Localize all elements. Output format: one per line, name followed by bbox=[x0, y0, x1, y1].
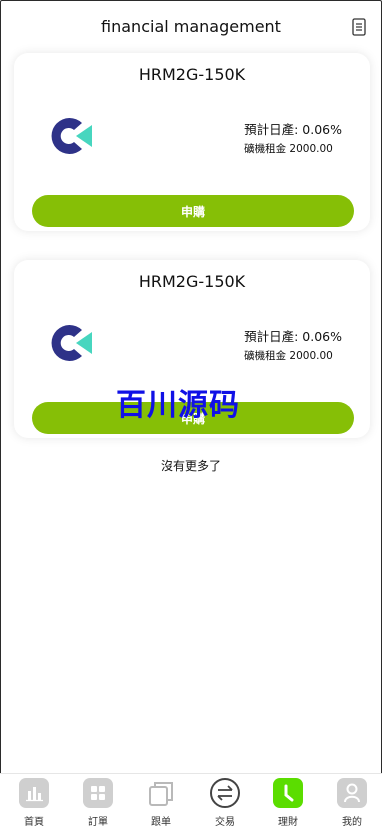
watermark: 百川源码 bbox=[116, 388, 240, 423]
tab-label: 交易 bbox=[215, 817, 235, 828]
rent-value: 2000.00 bbox=[289, 143, 333, 155]
tab-label: 首頁 bbox=[24, 817, 44, 828]
product-card: HRM2G-150K 預計日產: 0.06% 礦機租金 2000.00 申購 bbox=[14, 53, 370, 231]
document-icon[interactable] bbox=[352, 18, 366, 36]
rate-value: 0.06% bbox=[302, 122, 342, 137]
tab-orders[interactable]: 訂單 bbox=[73, 778, 123, 830]
tab-profile[interactable]: 我的 bbox=[327, 778, 377, 830]
bar-chart-icon bbox=[19, 778, 49, 808]
clock-icon bbox=[273, 778, 303, 808]
exchange-icon bbox=[210, 778, 240, 808]
user-icon bbox=[337, 778, 367, 808]
rent-value: 2000.00 bbox=[289, 350, 333, 362]
product-logo-icon bbox=[51, 325, 92, 361]
tab-label: 跟单 bbox=[151, 817, 171, 828]
tab-finance[interactable]: 理財 bbox=[263, 778, 313, 830]
tab-label: 訂單 bbox=[88, 817, 108, 828]
rate-label: 預計日產: bbox=[244, 122, 299, 137]
product-rate: 預計日產: 0.06% 礦機租金 2000.00 bbox=[244, 119, 342, 156]
product-name: HRM2G-150K bbox=[138, 272, 246, 291]
copy-icon bbox=[146, 778, 176, 808]
product-name: HRM2G-150K bbox=[138, 65, 246, 84]
rate-label: 預計日產: bbox=[244, 329, 299, 344]
grid-icon bbox=[83, 778, 113, 808]
rent-label: 礦機租金 bbox=[244, 143, 287, 155]
rate-value: 0.06% bbox=[302, 329, 342, 344]
tab-home[interactable]: 首頁 bbox=[9, 778, 59, 830]
tab-trade[interactable]: 交易 bbox=[200, 778, 250, 830]
bottom-tab-bar: 首頁 訂單 跟单 交易 理財 我的 bbox=[0, 773, 382, 830]
page-title: financial management bbox=[101, 17, 281, 36]
rent-label: 礦機租金 bbox=[244, 350, 287, 362]
subscribe-button[interactable]: 申購 bbox=[32, 195, 354, 227]
tab-label: 我的 bbox=[342, 817, 362, 828]
product-rate: 預計日產: 0.06% 礦機租金 2000.00 bbox=[244, 326, 342, 363]
header: financial management bbox=[0, 0, 382, 52]
tab-label: 理財 bbox=[278, 817, 298, 828]
tab-follow[interactable]: 跟单 bbox=[136, 778, 186, 830]
no-more-text: 沒有更多了 bbox=[160, 459, 221, 473]
product-logo-icon bbox=[51, 118, 92, 154]
